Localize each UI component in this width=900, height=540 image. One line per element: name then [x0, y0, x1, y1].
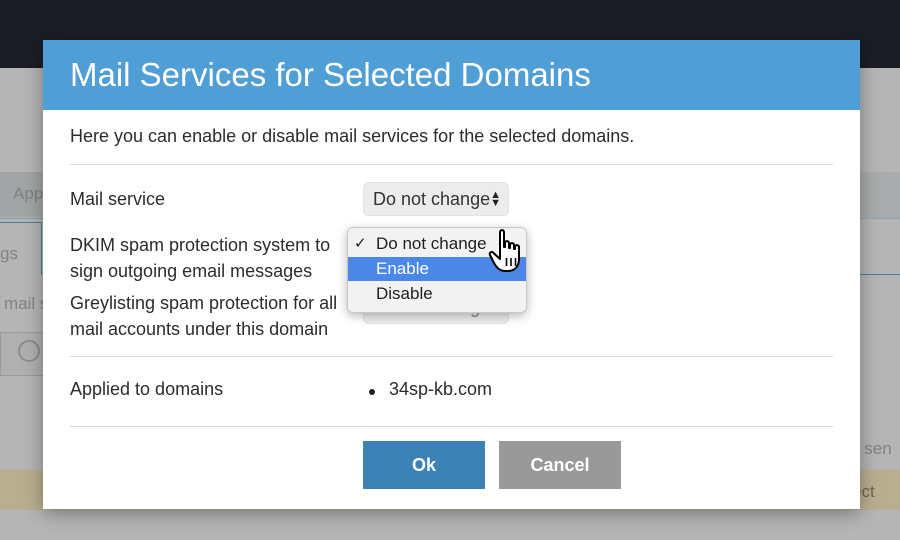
applied-to-domains-label: Applied to domains: [70, 379, 224, 399]
mail-services-dialog: Mail Services for Selected Domains Here …: [43, 40, 860, 509]
greylisting-label: Greylisting spam protection for all mail…: [70, 293, 338, 339]
divider: [70, 164, 833, 165]
mail-service-select[interactable]: Do not change ▲ ▼: [363, 182, 509, 216]
dropdown-option-label: Enable: [376, 259, 429, 278]
background-tab-label: App: [13, 184, 44, 203]
domain-list-item: 34sp-kb.com: [389, 379, 493, 399]
dkim-label: DKIM spam protection system to sign outg…: [70, 235, 331, 281]
divider: [70, 356, 833, 357]
mail-service-select-value: Do not change: [373, 189, 491, 209]
divider: [70, 426, 833, 427]
cancel-button[interactable]: Cancel: [499, 441, 621, 489]
dialog-header: Mail Services for Selected Domains: [43, 40, 860, 110]
dropdown-option-label: Do not change: [376, 234, 487, 253]
hand-pointer-icon: [488, 229, 520, 272]
background-tab-underline: [860, 274, 900, 275]
dialog-title: Mail Services for Selected Domains: [70, 56, 591, 93]
dropdown-option-label: Disable: [376, 284, 433, 303]
background-active-tab-label: gs: [0, 244, 18, 263]
updown-arrows-icon: ▲ ▼: [490, 189, 501, 209]
globe-icon: [18, 340, 40, 362]
mail-service-label: Mail service: [70, 189, 166, 209]
background-text: mail s: [4, 294, 49, 313]
ok-button[interactable]: Ok: [363, 441, 485, 489]
bullet-icon: [369, 389, 375, 395]
dropdown-option-disable[interactable]: Disable: [348, 282, 526, 306]
checkmark-icon: ✓: [354, 235, 367, 252]
dialog-intro-text: Here you can enable or disable mail serv…: [70, 126, 635, 146]
